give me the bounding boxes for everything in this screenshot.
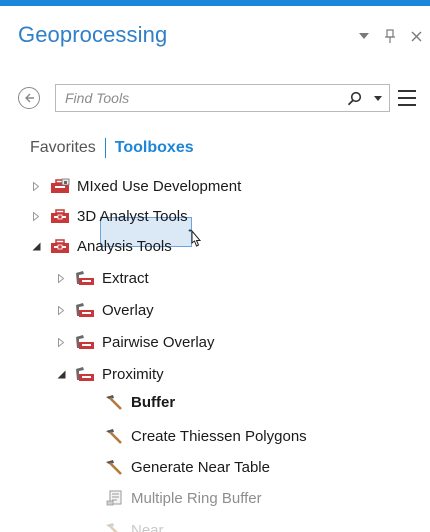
- tree-item-analysis-tools[interactable]: Analysis Tools: [30, 230, 172, 262]
- pane-top-accent: [0, 0, 430, 6]
- mouse-pointer-icon: [188, 229, 202, 247]
- search-input[interactable]: [56, 85, 341, 111]
- hammer-icon: [104, 459, 124, 475]
- hammer-icon: [104, 428, 124, 444]
- tree-item-label: Buffer: [131, 393, 176, 411]
- tree-item-near[interactable]: Near: [104, 514, 164, 532]
- view-tabs: Favorites Toolboxes: [30, 138, 194, 158]
- expand-arrow-icon[interactable]: [30, 180, 42, 192]
- chevron-down-icon[interactable]: [356, 28, 372, 44]
- collapse-arrow-icon[interactable]: [30, 240, 42, 252]
- tab-separator: [104, 138, 106, 158]
- tab-toolboxes[interactable]: Toolboxes: [115, 139, 194, 157]
- tree-item-mixed-use-development[interactable]: MIxed Use Development: [30, 170, 241, 202]
- tree-item-extract[interactable]: Extract: [55, 262, 149, 294]
- pin-icon[interactable]: [382, 28, 398, 44]
- tree-item-label: Near: [131, 521, 164, 532]
- geoprocessing-pane: Geoprocessing Favorites Toolboxes: [0, 0, 430, 532]
- toolset-icon: [75, 302, 95, 318]
- tree-item-pairwise-overlay[interactable]: Pairwise Overlay: [55, 326, 215, 358]
- script-icon: [104, 490, 124, 506]
- hammer-icon: [104, 394, 124, 410]
- tree-item-3d-analyst-tools[interactable]: 3D Analyst Tools: [30, 200, 188, 232]
- tree-item-label: 3D Analyst Tools: [77, 207, 188, 225]
- toolbox-icon: [50, 238, 70, 254]
- hammer-icon: [104, 522, 124, 532]
- tree-item-overlay[interactable]: Overlay: [55, 294, 154, 326]
- expand-arrow-icon[interactable]: [55, 336, 67, 348]
- hamburger-menu-icon[interactable]: [398, 88, 420, 108]
- custom-toolbox-icon: [50, 178, 70, 194]
- arrow-left-icon: [25, 93, 34, 103]
- tree-item-create-thiessen-polygons[interactable]: Create Thiessen Polygons: [104, 420, 307, 452]
- toolbox-icon: [50, 208, 70, 224]
- tree-item-label: Generate Near Table: [131, 458, 270, 476]
- expand-arrow-icon[interactable]: [55, 304, 67, 316]
- tree-item-generate-near-table[interactable]: Generate Near Table: [104, 451, 270, 483]
- search-box: [55, 84, 390, 112]
- tree-item-label: Proximity: [102, 365, 164, 383]
- search-icon[interactable]: [341, 85, 367, 111]
- collapse-arrow-icon[interactable]: [55, 368, 67, 380]
- tree-item-label: Overlay: [102, 301, 154, 319]
- tree-item-multiple-ring-buffer[interactable]: Multiple Ring Buffer: [104, 482, 262, 514]
- tab-favorites[interactable]: Favorites: [30, 139, 96, 157]
- pane-controls: [356, 28, 424, 44]
- tree-item-label: Create Thiessen Polygons: [131, 427, 307, 445]
- expand-arrow-icon[interactable]: [30, 210, 42, 222]
- toolset-icon: [75, 334, 95, 350]
- close-icon[interactable]: [408, 28, 424, 44]
- toolset-icon: [75, 366, 95, 382]
- tree-item-label: Pairwise Overlay: [102, 333, 215, 351]
- search-options-chevron-icon[interactable]: [367, 85, 389, 111]
- tree-item-label: Analysis Tools: [77, 237, 172, 255]
- back-button[interactable]: [18, 87, 40, 109]
- expand-arrow-icon[interactable]: [55, 272, 67, 284]
- tree-item-buffer[interactable]: Buffer: [104, 386, 175, 418]
- tree-item-label: Multiple Ring Buffer: [131, 489, 262, 507]
- toolset-icon: [75, 270, 95, 286]
- pane-title: Geoprocessing: [18, 22, 168, 47]
- tree-item-label: Extract: [102, 269, 149, 287]
- tree-item-label: MIxed Use Development: [77, 177, 242, 195]
